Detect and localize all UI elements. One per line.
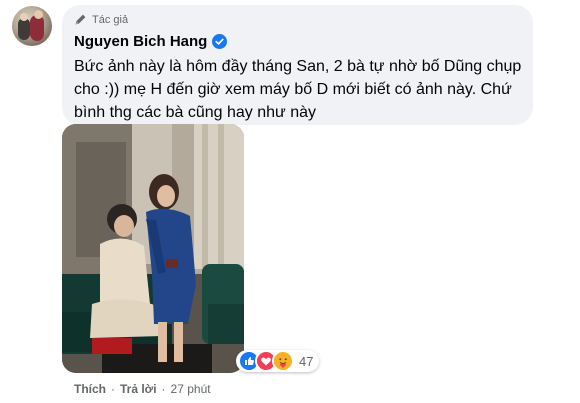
photo-illustration [62, 124, 244, 373]
reply-button[interactable]: Trả lời [120, 382, 157, 396]
role-label: Tác giả [92, 13, 129, 26]
author-avatar[interactable] [12, 6, 52, 46]
comment-photo[interactable] [62, 124, 244, 373]
separator: · [161, 382, 166, 396]
pencil-icon [75, 14, 86, 25]
author-name-text[interactable]: Nguyen Bich Hang [74, 33, 207, 50]
comment-bubble: Tác giả Nguyen Bich Hang Bức ảnh này là … [62, 5, 533, 125]
reactions-summary[interactable]: 47 [236, 350, 320, 372]
like-button[interactable]: Thích [74, 382, 106, 396]
author-name[interactable]: Nguyen Bich Hang [74, 33, 228, 50]
comment-text: Bức ảnh này là hôm đầy tháng San, 2 bà t… [74, 58, 522, 121]
separator: · [111, 382, 115, 396]
comment-actions: Thích · Trả lời · 27 phút [74, 382, 211, 396]
care-icon [272, 350, 294, 372]
reaction-count: 47 [299, 353, 314, 369]
comment-timestamp[interactable]: 27 phút [171, 382, 211, 396]
author-role-badge: Tác giả [74, 13, 128, 26]
verified-badge-icon [212, 34, 228, 49]
